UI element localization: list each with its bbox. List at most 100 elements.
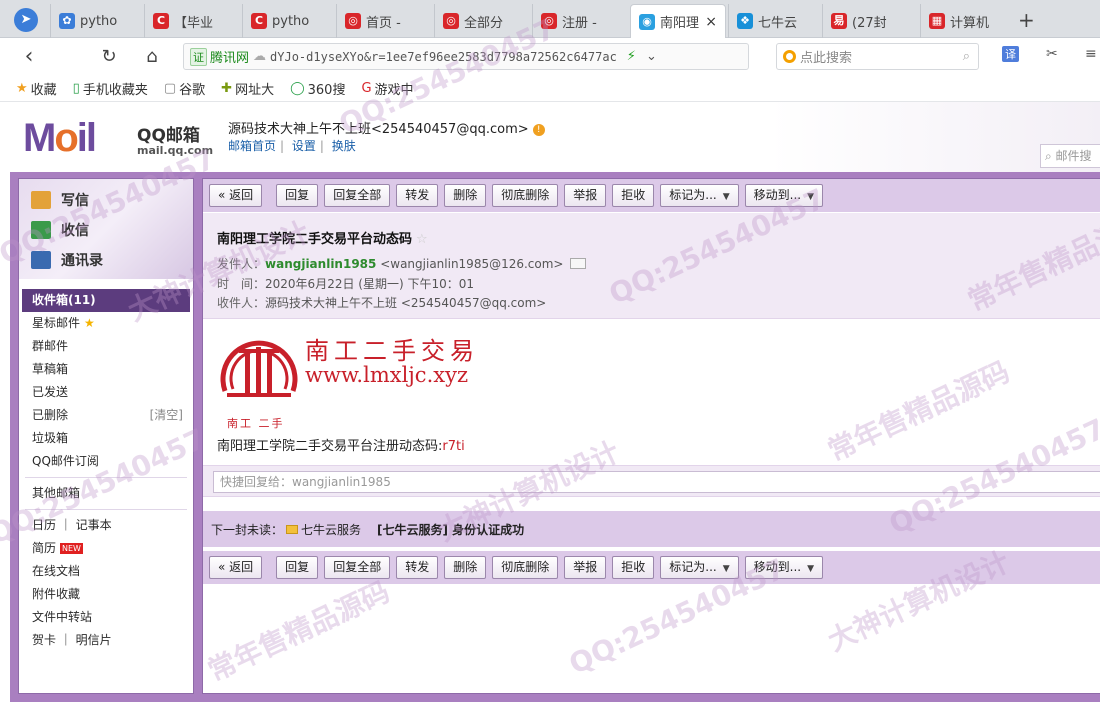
toolbar-button[interactable]: 拒收 — [612, 184, 655, 207]
time-value: 2020年6月22日 (星期一) 下午10：01 — [265, 277, 474, 291]
toolbar-button[interactable]: 举报 — [564, 556, 607, 579]
bookmark-item[interactable]: ▢ 谷歌 — [164, 79, 205, 98]
browser-search-input[interactable]: 点此搜索 ⌕ — [776, 43, 979, 70]
bookmark-item[interactable]: ◯ 360搜 — [290, 79, 345, 98]
mail-icon: 易 — [831, 13, 847, 29]
folder-item[interactable]: 日历 ｜ 记事本 — [19, 514, 193, 537]
toolbar-button[interactable]: 移动到... ▼ — [744, 184, 824, 207]
folder-item[interactable]: 已发送 — [19, 381, 193, 404]
top-toolbar: « 返回 回复 回复全部 转发 删除 彻底删除 举报 拒收 标记为... ▼ 移动到... ▼ — [203, 179, 1100, 212]
star-toggle-icon[interactable]: ☆ — [416, 232, 428, 247]
folder-item[interactable]: 星标邮件 ★ — [19, 312, 193, 335]
bolt-icon[interactable]: ⚡ — [627, 49, 636, 64]
toolbar-button[interactable]: 举报 — [564, 184, 607, 207]
folder-item[interactable]: 草稿箱 — [19, 358, 193, 381]
reload-icon[interactable]: ↻ — [96, 44, 122, 70]
sender-name[interactable]: wangjianlin1985 — [265, 257, 376, 271]
folder-list: 收件箱(11) 星标邮件 ★ 群邮件草稿箱 已发送 已删除 [清空] 垃圾箱 QQ邮件订阅 其他邮… — [19, 289, 193, 652]
browser-tab[interactable]: 易 (27封 — [822, 4, 917, 38]
scissors-icon[interactable]: ✂ — [1046, 46, 1058, 62]
contacts-button[interactable]: 通讯录 — [31, 247, 103, 273]
toolbar-button[interactable]: « 返回 — [209, 184, 263, 207]
toolbar-button[interactable]: « 返回 — [209, 556, 263, 579]
folder-item[interactable]: 在线文档 — [19, 560, 193, 583]
link-settings[interactable]: 设置 — [292, 139, 316, 153]
browser-tab[interactable]: ❖ 七牛云 — [728, 4, 820, 38]
translate-button[interactable]: 译 — [1002, 46, 1019, 62]
button-label: 回复 — [285, 560, 310, 574]
menu-icon[interactable]: ≡ — [1085, 46, 1097, 62]
swirl-icon: ◎ — [443, 13, 459, 29]
tab-label: 首页 - — [366, 15, 401, 31]
next-unread-sender[interactable]: 七牛云服务 — [301, 521, 361, 538]
folder-item[interactable]: 收件箱(11) — [22, 289, 190, 312]
bookmark-item[interactable]: ✚ 网址大 — [221, 79, 274, 98]
bookmark-item[interactable]: ▯ 手机收藏夹 — [73, 79, 148, 98]
next-unread-subject[interactable]: [七牛云服务] 身份认证成功 — [377, 521, 524, 538]
bookmark-label: 360搜 — [307, 83, 346, 98]
toolbar-button[interactable]: 彻底删除 — [492, 556, 559, 579]
bookmark-item[interactable]: ★ 收藏 — [16, 79, 57, 98]
chevron-down-icon[interactable]: ⌄ — [646, 49, 657, 64]
new-tab-button[interactable]: + — [1018, 8, 1035, 32]
toolbar-button[interactable]: 移动到... ▼ — [744, 556, 824, 579]
browser-tab[interactable]: ✿ pytho — [50, 4, 140, 38]
browser-tab[interactable]: ◉ 南阳理 × — [630, 4, 726, 38]
button-label: 彻底删除 — [501, 560, 550, 574]
toolbar-button[interactable]: 拒收 — [612, 556, 655, 579]
folder-item[interactable]: 已删除 [清空] — [19, 404, 193, 427]
toolbar-button[interactable]: 删除 — [444, 184, 487, 207]
browser-tab[interactable]: C 【毕业 — [144, 4, 239, 38]
browser-tab[interactable]: ▦ 计算机 — [920, 4, 1015, 38]
qq-mail-logo[interactable]: Moil QQ邮箱 mail.qq.com — [23, 117, 213, 161]
folder-item[interactable]: QQ邮件订阅 — [19, 450, 193, 473]
folder-item[interactable]: 附件收藏 — [19, 583, 193, 606]
quick-reply-input[interactable]: 快捷回复给：wangjianlin1985 — [213, 471, 1100, 493]
browser-tab[interactable]: ◎ 首页 - — [336, 4, 431, 38]
folder-item[interactable]: 其他邮箱 — [19, 482, 193, 505]
folder-item[interactable]: 文件中转站 — [19, 606, 193, 629]
toolbar-button[interactable]: 转发 — [396, 184, 439, 207]
swirl-icon: ◎ — [345, 13, 361, 29]
toolbar-button[interactable]: 回复 — [276, 184, 319, 207]
toolbar-button[interactable]: 回复全部 — [324, 184, 391, 207]
home-icon[interactable]: ⌂ — [139, 44, 165, 70]
browser-tab[interactable]: Cpytho — [242, 4, 332, 38]
mail-search-input[interactable]: ⌕ 邮件搜 — [1040, 144, 1100, 168]
folder-label: 群邮件 — [32, 339, 69, 353]
url-input[interactable]: 证 腾讯网 ☁ dYJo-d1yseXYo&r=1ee7ef96ee2583d7… — [183, 43, 749, 70]
toolbar-button[interactable]: 标记为... ▼ — [660, 184, 739, 207]
toolbar-button[interactable]: 回复 — [276, 556, 319, 579]
search-engine-icon[interactable] — [783, 50, 796, 63]
close-tab-icon[interactable]: × — [699, 14, 717, 30]
folder-item[interactable]: 群邮件 — [19, 335, 193, 358]
search-icon[interactable]: ⌕ — [963, 49, 970, 64]
browser-tab[interactable]: ◎ 全部分 — [434, 4, 529, 38]
folder-item[interactable]: 简历 NEW — [19, 537, 193, 560]
check-mail-button[interactable]: 收信 — [31, 217, 89, 243]
link-mail-home[interactable]: 邮箱首页 — [228, 139, 276, 153]
toolbar-button[interactable]: 删除 — [444, 556, 487, 579]
warning-icon[interactable]: ! — [532, 124, 545, 136]
verification-code: r7ti — [442, 439, 465, 454]
contact-card-icon[interactable] — [569, 258, 586, 269]
browser-tab[interactable]: ◎ 注册 - — [532, 4, 627, 38]
navigate-icon[interactable]: ➤ — [14, 8, 38, 32]
browser-search-placeholder: 点此搜索 — [800, 51, 853, 66]
bookmark-item[interactable]: G 游戏中 — [361, 79, 413, 98]
button-label: 回复 — [285, 188, 310, 202]
folder-item[interactable]: 垃圾箱 — [19, 427, 193, 450]
bottom-toolbar: « 返回 回复 回复全部 转发 删除 彻底删除 举报 拒收 标记为... ▼ 移动到... ▼ — [203, 551, 1100, 584]
mail-header: Moil QQ邮箱 mail.qq.com 源码技术大神上午不上班<254540… — [0, 102, 1100, 172]
toolbar-button[interactable]: 回复全部 — [324, 556, 391, 579]
button-label: 回复全部 — [333, 560, 382, 574]
link-skin[interactable]: 换肤 — [332, 139, 356, 153]
empty-trash-link[interactable]: [清空] — [150, 404, 183, 427]
tab-label: 计算机 — [950, 15, 990, 31]
compose-button[interactable]: 写信 — [31, 187, 89, 213]
toolbar-button[interactable]: 彻底删除 — [492, 184, 559, 207]
toolbar-button[interactable]: 标记为... ▼ — [660, 556, 739, 579]
folder-item[interactable]: 贺卡 ｜ 明信片 — [19, 629, 193, 652]
back-button[interactable]: ‹ — [16, 44, 42, 70]
toolbar-button[interactable]: 转发 — [396, 556, 439, 579]
